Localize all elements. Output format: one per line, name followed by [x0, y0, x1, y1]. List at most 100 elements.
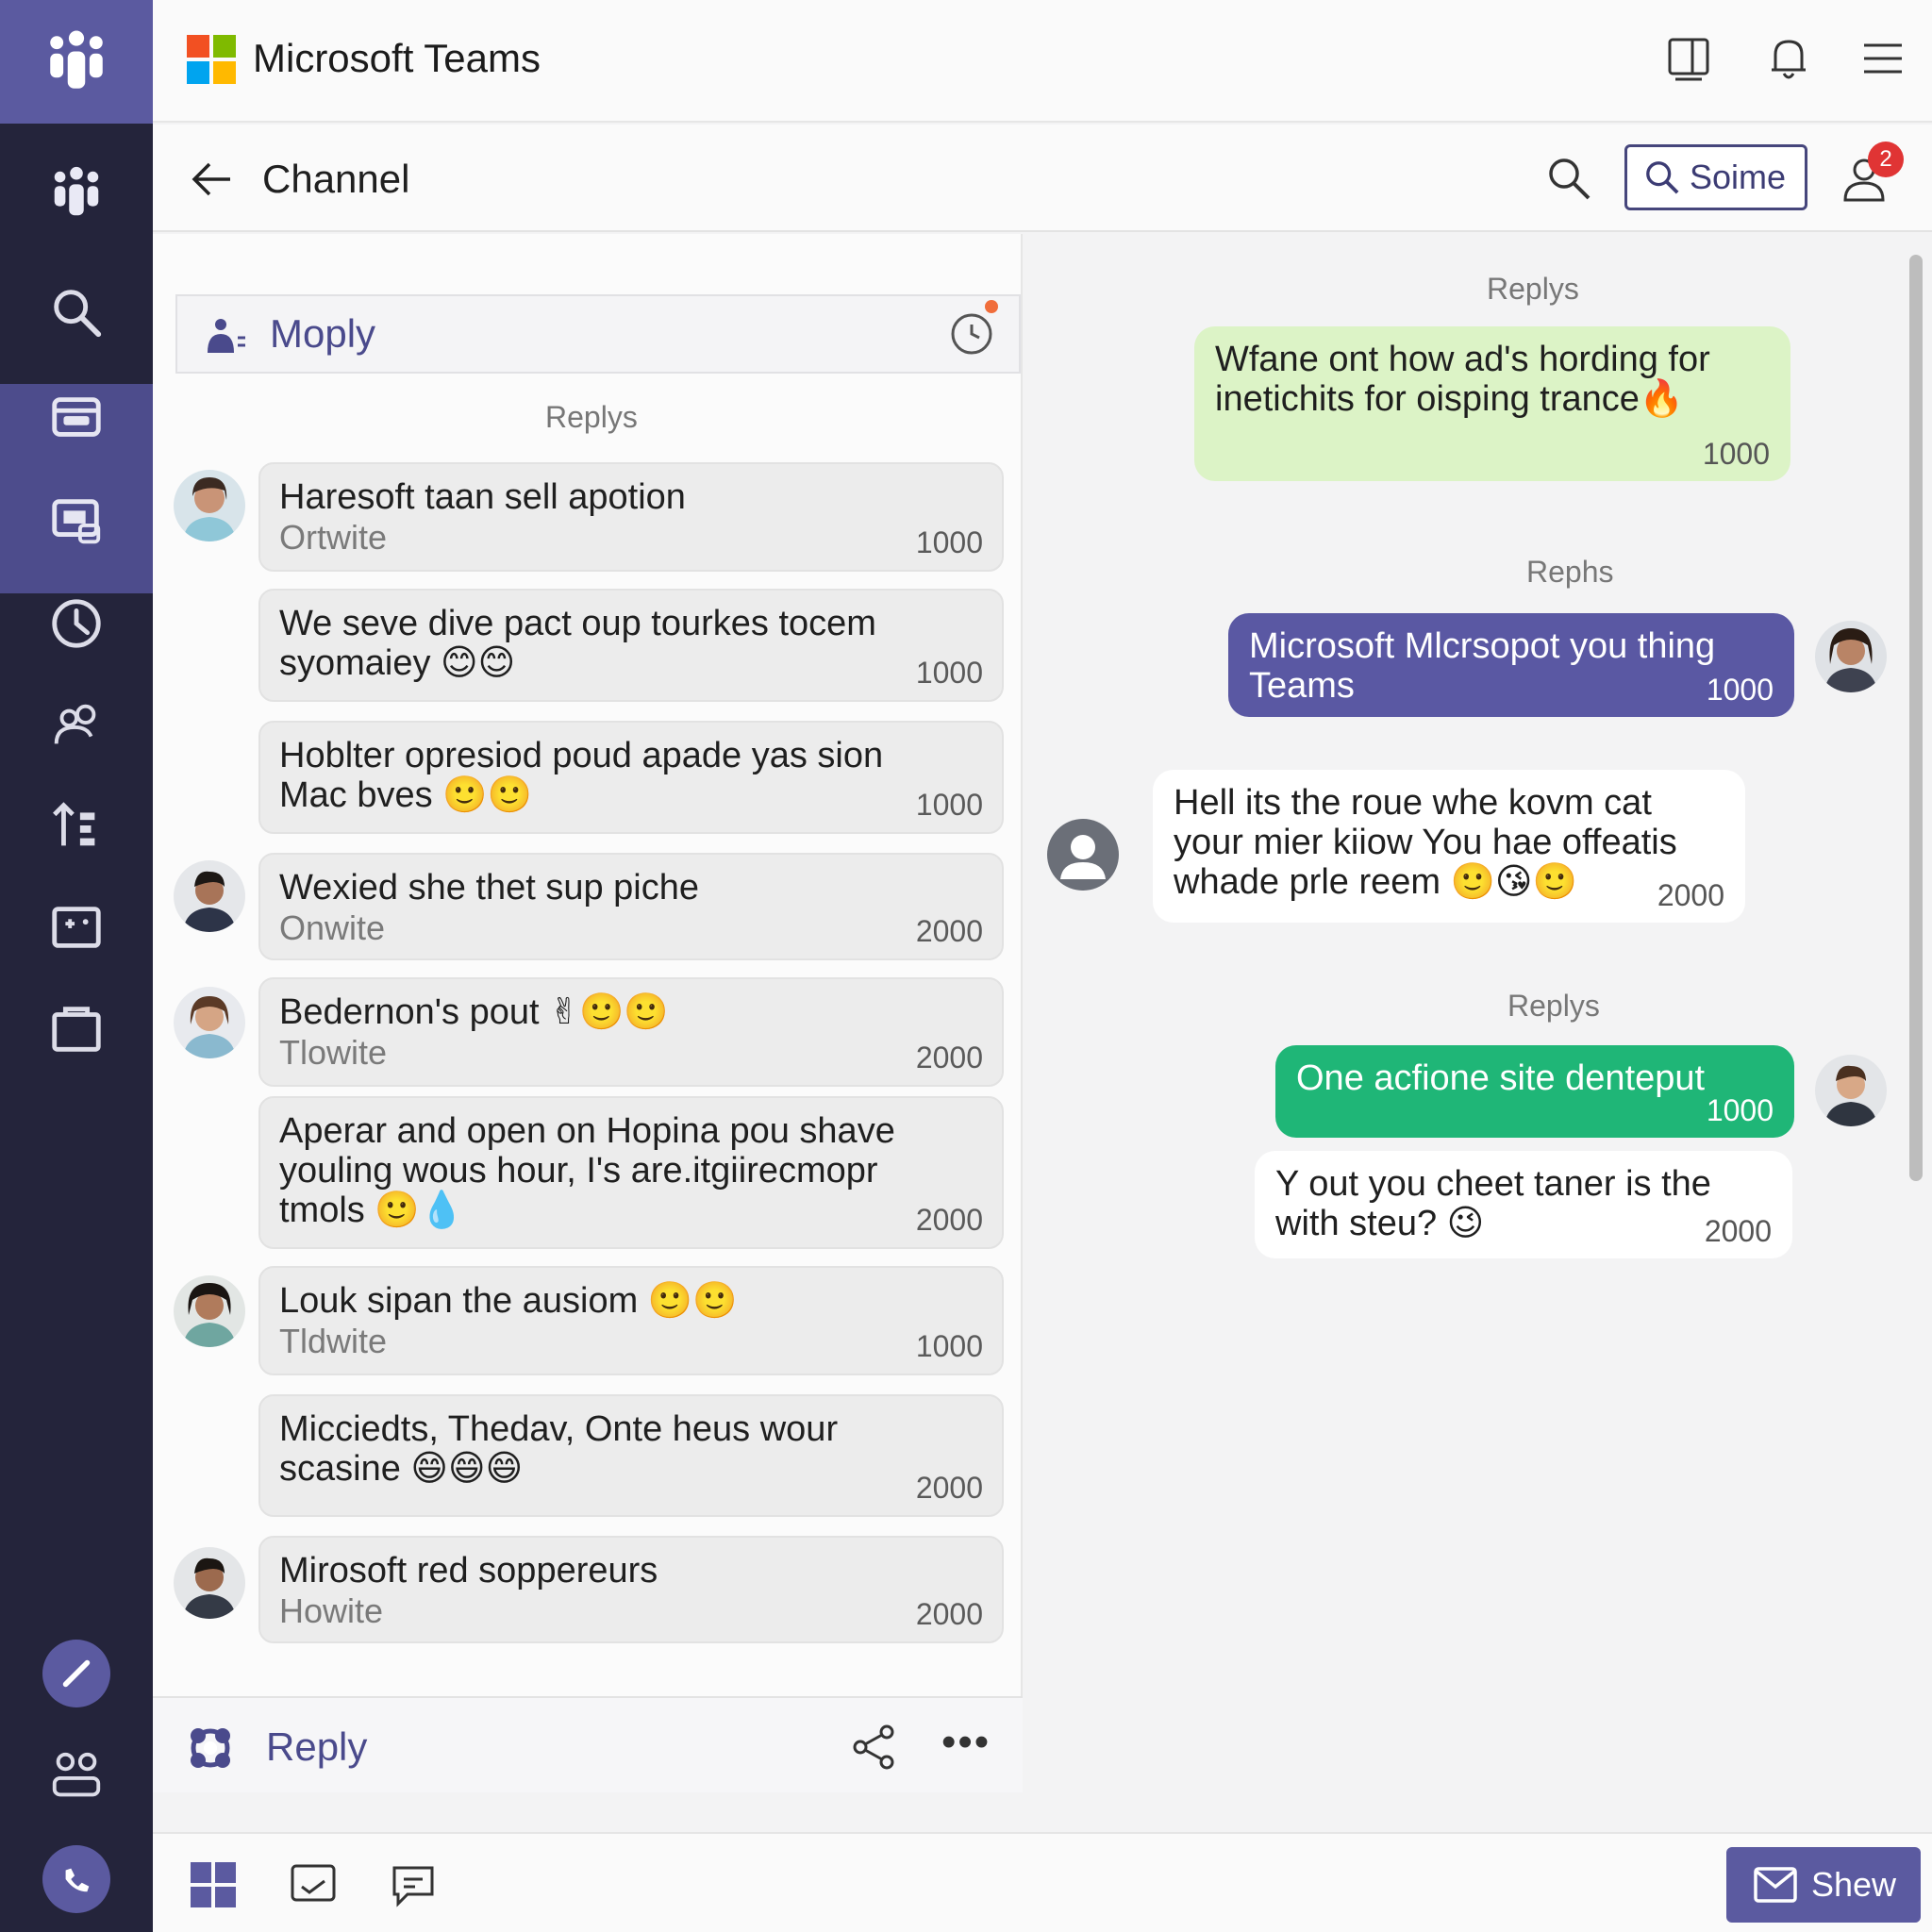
message-bubble[interactable]: Aperar and open on Hopina pou shave youl…: [258, 1096, 1004, 1249]
rail-people[interactable]: [0, 683, 153, 768]
back-arrow-icon[interactable]: [187, 155, 236, 204]
app-rail: [0, 0, 153, 1932]
rail-calendar[interactable]: [0, 375, 153, 460]
rail-sort[interactable]: [0, 783, 153, 868]
section-label: Replys: [1487, 272, 1579, 306]
message-count: 2000: [1657, 878, 1724, 912]
message-text: Y out you cheet taner is the with steu? …: [1275, 1164, 1711, 1243]
folder-icon: [52, 1007, 101, 1052]
apps-icon[interactable]: [187, 1858, 240, 1911]
edit-icon: [62, 1659, 91, 1688]
message-text: Hoblter opresiod poud apade yas sion Mac…: [279, 736, 884, 815]
reply-bar: Reply •••: [153, 1696, 1023, 1792]
avatar[interactable]: [1815, 621, 1887, 692]
message-count: 2000: [1704, 1214, 1772, 1248]
rail-call-button[interactable]: [42, 1845, 110, 1913]
mail-icon: [1754, 1867, 1797, 1903]
message-count: 2000: [915, 1597, 983, 1631]
message-text: Wexied she thet sup piche: [279, 868, 700, 908]
message-count: 1000: [915, 525, 983, 559]
message-author: Ortwite: [279, 518, 388, 557]
tablet-icon[interactable]: [1664, 32, 1717, 85]
message-text: Aperar and open on Hopina pou shave youl…: [279, 1111, 895, 1230]
rail-activity[interactable]: [0, 581, 153, 666]
message-bubble[interactable]: One acfione site denteput 1000: [1275, 1045, 1794, 1138]
message-author: Tldwite: [279, 1322, 388, 1360]
message-count: 2000: [915, 1203, 983, 1237]
message-text: Louk sipan the ausiom 🙂🙂: [279, 1281, 738, 1321]
rail-search[interactable]: [0, 270, 153, 355]
rail-files[interactable]: [0, 987, 153, 1072]
avatar[interactable]: [1815, 1055, 1887, 1126]
message-bubble[interactable]: Wfane ont how ad's hording for inetichit…: [1194, 326, 1790, 481]
message-bubble[interactable]: Hell its the roue whe kovm cat your mier…: [1153, 770, 1745, 923]
message-bubble[interactable]: Haresoft taan sell apotion Ortwite 1000: [258, 462, 1004, 572]
message-count: 1000: [915, 1329, 983, 1363]
calendar-icon: [52, 397, 101, 437]
avatar[interactable]: [1047, 819, 1119, 891]
message-text: Microsoft Mlcrsopot you thing Teams: [1249, 626, 1716, 706]
meeting-icon: [52, 499, 101, 544]
channel-title: Channel: [262, 157, 410, 201]
message-count: 2000: [915, 914, 983, 948]
message-text: Mirosoft red soppereurs: [279, 1551, 658, 1591]
share-icon[interactable]: [849, 1723, 898, 1772]
clock-icon[interactable]: [949, 311, 994, 357]
reply-button[interactable]: Reply: [266, 1724, 367, 1770]
message-text: Wfane ont how ad's hording for inetichit…: [1215, 340, 1710, 419]
call-icon: [65, 1868, 90, 1892]
avatar[interactable]: [174, 470, 245, 541]
message-bubble[interactable]: Louk sipan the ausiom 🙂🙂 Tldwite 1000: [258, 1266, 1004, 1375]
message-bubble[interactable]: Mirosoft red soppereurs Howite 2000: [258, 1536, 1004, 1643]
message-bubble[interactable]: Bedernon's pout ✌🙂🙂 Tlowite 2000: [258, 977, 1004, 1087]
message-bubble[interactable]: Y out you cheet taner is the with steu? …: [1255, 1151, 1792, 1258]
sort-icon: [53, 802, 95, 846]
bell-person-icon: [208, 319, 245, 353]
board-icon: [52, 907, 101, 948]
bell-icon[interactable]: [1762, 32, 1815, 85]
people-icon: [54, 704, 96, 744]
search-button[interactable]: Soime: [1624, 144, 1807, 210]
app-title: Microsoft Teams: [253, 36, 541, 80]
rail-logo-area: [0, 0, 153, 124]
message-icon[interactable]: [387, 1858, 440, 1911]
avatar[interactable]: [174, 1547, 245, 1619]
message-bubble[interactable]: Hoblter opresiod poud apade yas sion Mac…: [258, 721, 1004, 834]
thread-title: Moply: [270, 311, 376, 356]
message-text: One acfione site denteput: [1296, 1058, 1706, 1098]
message-bubble[interactable]: Micciedts, Thedav, Onte heus wour scasin…: [258, 1394, 1004, 1517]
message-count: 2000: [915, 1471, 983, 1505]
message-author: Tlowite: [279, 1033, 388, 1072]
message-bubble[interactable]: We seve dive pact oup tourkes tocem syom…: [258, 589, 1004, 702]
rail-teams[interactable]: [0, 151, 153, 236]
reply-icon[interactable]: [185, 1723, 236, 1774]
message-author: Howite: [279, 1591, 384, 1630]
message-author: Onwite: [279, 908, 386, 947]
message-text: Micciedts, Thedav, Onte heus wour scasin…: [279, 1409, 839, 1489]
rail-groups[interactable]: [0, 1734, 153, 1819]
scrollbar[interactable]: [1909, 255, 1923, 1181]
chat-icon[interactable]: [287, 1858, 340, 1911]
rail-meeting[interactable]: [0, 479, 153, 564]
avatar[interactable]: [174, 860, 245, 932]
more-options-icon[interactable]: •••: [941, 1719, 991, 1766]
avatar[interactable]: [174, 1275, 245, 1347]
teams-logo-icon[interactable]: [42, 27, 111, 97]
status-dot: [985, 300, 998, 313]
microsoft-logo-icon: [187, 35, 236, 84]
section-label: Replys: [545, 400, 638, 434]
rail-board[interactable]: [0, 885, 153, 970]
message-bubble[interactable]: Wexied she thet sup piche Onwite 2000: [258, 853, 1004, 960]
message-bubble[interactable]: Microsoft Mlcrsopot you thing Teams 1000: [1228, 613, 1794, 717]
thread-header: Moply: [175, 294, 1021, 374]
message-text: Hell its the roue whe kovm cat your mier…: [1174, 783, 1677, 902]
search-button-label: Soime: [1690, 158, 1787, 196]
show-button[interactable]: Shew: [1726, 1847, 1921, 1923]
rail-edit-button[interactable]: [42, 1640, 110, 1707]
menu-icon[interactable]: [1857, 32, 1909, 85]
search-icon[interactable]: [1545, 155, 1592, 202]
section-label: Replys: [1507, 989, 1600, 1023]
search-icon: [54, 290, 102, 338]
message-count: 1000: [915, 656, 983, 690]
avatar[interactable]: [174, 987, 245, 1058]
